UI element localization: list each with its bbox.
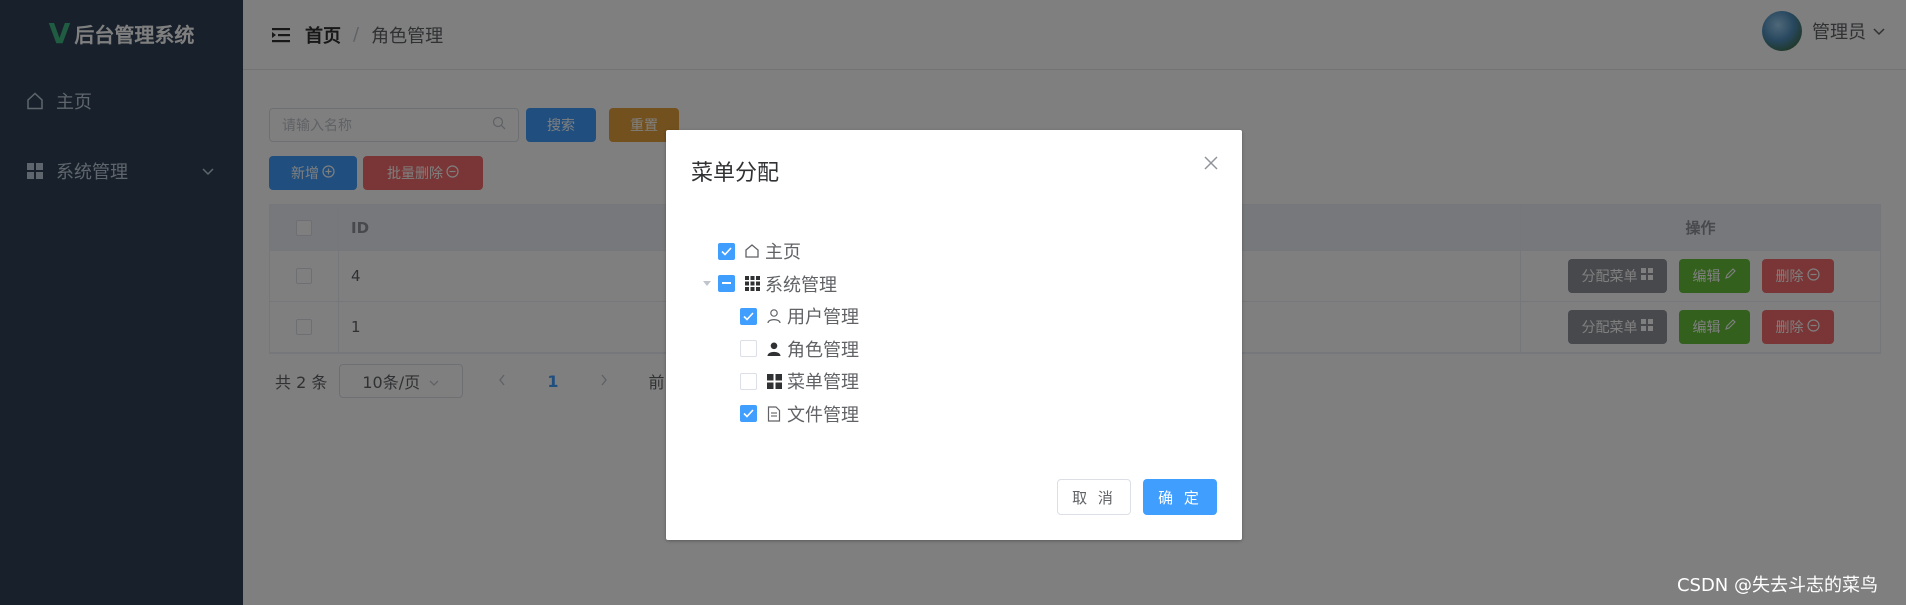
dialog-title: 菜单分配 — [691, 161, 780, 186]
dialog-footer: 取 消 确 定 — [1057, 479, 1217, 515]
tree-node-role-management[interactable]: 角色管理 — [696, 333, 859, 366]
menu-assign-dialog: 菜单分配 主页 系统管理 用户管理 角色管理 菜单管理 文件管理 取 消 确 定 — [666, 130, 1242, 540]
house-icon — [742, 241, 762, 261]
caret-down-icon[interactable] — [696, 273, 718, 295]
tree-node-file-management[interactable]: 文件管理 — [696, 398, 859, 431]
grid-icon — [742, 274, 762, 294]
tree-node-home[interactable]: 主页 — [696, 235, 859, 268]
document-icon — [764, 404, 784, 424]
menu-tree: 主页 系统管理 用户管理 角色管理 菜单管理 文件管理 — [696, 235, 859, 430]
tree-checkbox[interactable] — [718, 275, 735, 293]
tree-node-label: 用户管理 — [787, 307, 859, 329]
menu-grid-icon — [764, 371, 784, 391]
tree-checkbox[interactable] — [740, 405, 757, 423]
confirm-button[interactable]: 确 定 — [1143, 479, 1217, 515]
user-outline-icon — [764, 306, 784, 326]
tree-node-label: 角色管理 — [787, 339, 859, 361]
tree-checkbox[interactable] — [740, 340, 757, 358]
tree-node-label: 主页 — [765, 242, 801, 264]
user-solid-icon — [764, 339, 784, 359]
tree-checkbox[interactable] — [740, 372, 757, 390]
watermark: CSDN @失去斗志的菜鸟 — [1676, 575, 1878, 596]
tree-checkbox[interactable] — [740, 307, 757, 325]
tree-node-user-management[interactable]: 用户管理 — [696, 300, 859, 333]
tree-node-label: 菜单管理 — [787, 372, 859, 394]
cancel-button[interactable]: 取 消 — [1057, 479, 1131, 515]
tree-node-label: 文件管理 — [787, 404, 859, 426]
tree-node-menu-management[interactable]: 菜单管理 — [696, 365, 859, 398]
close-icon[interactable] — [1202, 154, 1220, 172]
tree-node-system[interactable]: 系统管理 — [696, 268, 859, 301]
tree-node-label: 系统管理 — [765, 274, 837, 296]
tree-checkbox[interactable] — [718, 242, 735, 260]
